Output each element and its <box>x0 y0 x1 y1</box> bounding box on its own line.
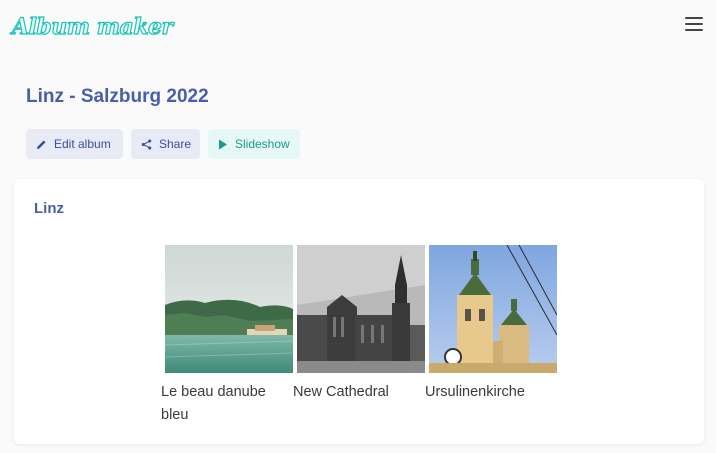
play-icon <box>218 139 228 150</box>
section-title: Linz <box>34 200 64 217</box>
slideshow-button[interactable]: Slideshow <box>208 129 300 159</box>
menu-icon[interactable] <box>685 17 703 31</box>
photo-danube[interactable] <box>165 245 293 373</box>
album-section-card: Linz Le beau danube bleu New Cathedral U… <box>14 179 704 444</box>
page-title: Linz - Salzburg 2022 <box>26 86 209 107</box>
album-actions: Edit album Share Slideshow <box>26 129 300 159</box>
top-bar: Album maker <box>0 0 716 52</box>
slideshow-label: Slideshow <box>235 137 290 151</box>
photo-caption-danube: Le beau danube bleu <box>161 384 266 423</box>
photo-ursulinenkirche[interactable] <box>429 245 557 373</box>
share-label: Share <box>159 137 192 151</box>
app-logo[interactable]: Album maker <box>11 12 173 42</box>
photo-caption-ursulinenkirche: Ursulinenkirche <box>425 384 525 400</box>
share-button[interactable]: Share <box>131 129 200 159</box>
edit-album-label: Edit album <box>54 137 111 151</box>
edit-album-button[interactable]: Edit album <box>26 129 123 159</box>
photo-caption-new-cathedral: New Cathedral <box>293 384 389 400</box>
photo-ursulinenkirche-image[interactable] <box>429 245 557 373</box>
share-icon <box>141 138 152 150</box>
pencil-icon <box>36 139 47 150</box>
photo-new-cathedral-image[interactable] <box>297 245 425 373</box>
photo-danube-image[interactable] <box>165 245 293 373</box>
photo-new-cathedral[interactable] <box>297 245 425 373</box>
